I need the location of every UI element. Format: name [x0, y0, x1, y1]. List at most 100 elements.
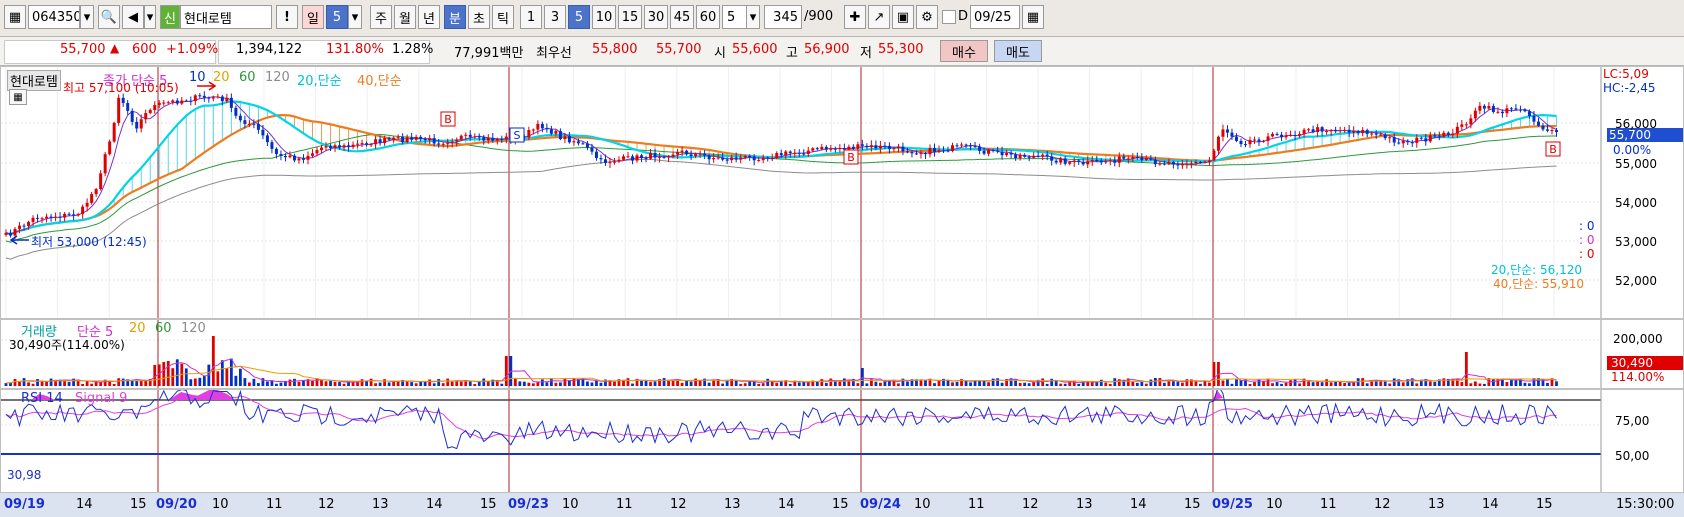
calendar-icon[interactable]: ▦	[1022, 5, 1044, 29]
interval-5-button[interactable]: 5	[568, 5, 590, 29]
candle-body-49	[225, 97, 229, 102]
candle-body-136	[617, 159, 621, 162]
candle-body-90	[410, 137, 414, 140]
draw-tool-icon[interactable]: ↗	[868, 5, 890, 29]
volume-bar-220	[996, 378, 999, 386]
crosshair-icon[interactable]: ✚	[844, 5, 866, 29]
price-chart[interactable]: B S B B	[1, 67, 1683, 318]
minute-button[interactable]: 분	[444, 5, 466, 29]
volume-bar-244	[1104, 382, 1108, 386]
candle-body-323	[1460, 124, 1464, 127]
rsi-panel[interactable]: RSI 14 Signal 9 30,98 75,00 50,00	[0, 389, 1684, 493]
gear-icon[interactable]: ⚙	[916, 5, 938, 29]
candle-body-40	[184, 100, 188, 102]
volume-bar-138	[626, 378, 630, 386]
candle-body-147	[667, 156, 671, 158]
x-axis-label-24: 09/25	[1212, 497, 1253, 512]
candle-body-122	[554, 131, 558, 134]
high-price: 56,900	[804, 42, 850, 57]
candle-body-150	[680, 150, 684, 152]
x-axis-label-18: 10	[914, 497, 931, 512]
candle-body-133	[603, 159, 607, 164]
candle-body-221	[1000, 151, 1004, 156]
lc-label: LC:5,09	[1603, 67, 1649, 81]
price-chart-panel[interactable]: BSBB 현대로템 종가 단순 5 10 20 60 120 20,단순 40,…	[0, 66, 1684, 319]
candle-body-314	[1419, 137, 1423, 139]
rsi-chart[interactable]	[1, 390, 1683, 492]
interval-3-button[interactable]: 3	[544, 5, 566, 29]
candle-body-341	[1541, 125, 1545, 130]
volume-legend-ma20: 20	[129, 321, 146, 336]
volume-bar-58	[266, 381, 269, 386]
volume-panel[interactable]: 거래량 단순 5 20 60 120 30,490주(114.00%) 200,…	[0, 319, 1684, 389]
month-button[interactable]: 월	[394, 5, 416, 29]
second-button[interactable]: 초	[468, 5, 490, 29]
volume-bar-50	[229, 358, 233, 386]
candle-body-92	[419, 136, 423, 139]
candle-body-161	[730, 157, 734, 161]
period-dropdown-icon[interactable]: ▾	[348, 5, 362, 29]
signal-line	[5, 395, 1557, 440]
candle-body-251	[1135, 156, 1139, 158]
period-num-button[interactable]: 5	[326, 5, 348, 29]
stock-code-input[interactable]: 064350	[28, 5, 80, 29]
candle-body-98	[446, 142, 450, 144]
volume-bar-293	[1325, 379, 1329, 386]
interval-45-button[interactable]: 45	[670, 5, 694, 29]
period-day-button[interactable]: 일	[302, 5, 324, 29]
week-button[interactable]: 주	[370, 5, 392, 29]
quote-bar: 55,700 ▲ 600 +1.09% 1,394,122 131.80% 1.…	[0, 37, 1684, 66]
candle-body-220	[996, 150, 1000, 152]
count-dropdown-icon[interactable]: ▾	[746, 5, 760, 29]
volume-bar-96	[437, 379, 441, 386]
candle-body-100	[455, 139, 459, 142]
candle-body-185	[838, 148, 842, 150]
x-axis[interactable]: 09/19 14 15 09/20 10 11 12 13 14 15 09/23 10 11 12 13 1…	[0, 493, 1684, 517]
interval-1-button[interactable]: 1	[520, 5, 542, 29]
code-dropdown-icon[interactable]: ▾	[80, 5, 94, 29]
date-input[interactable]: 09/25	[970, 5, 1020, 29]
volume-chart[interactable]	[1, 320, 1683, 388]
candle-body-306	[1383, 134, 1387, 139]
count-input[interactable]: 345	[764, 5, 802, 29]
speaker-dropdown-icon[interactable]: ▾	[144, 5, 156, 29]
volume-bar-91	[414, 383, 418, 386]
ma40-value: 40,단순: 55,910	[1493, 277, 1585, 291]
candle-body-308	[1392, 137, 1396, 143]
search-icon[interactable]: 🔍	[98, 5, 120, 29]
volume-bar-262	[1185, 379, 1189, 386]
candle-body-52	[238, 115, 242, 121]
speaker-icon[interactable]: ◀	[122, 5, 144, 29]
alert-button[interactable]: !	[276, 5, 298, 29]
panel-toggle-icon[interactable]: ▦	[9, 89, 27, 105]
volume-bar-3	[18, 381, 21, 386]
d-checkbox[interactable]	[942, 10, 956, 24]
buy-button[interactable]: 매수	[940, 40, 988, 62]
candle-body-104	[473, 136, 477, 138]
candle-body-285	[1289, 134, 1293, 136]
x-axis-label-1: 14	[76, 497, 93, 512]
interval-30-button[interactable]: 30	[644, 5, 668, 29]
volume-bar-41	[189, 379, 193, 386]
interval-60-button[interactable]: 60	[696, 5, 720, 29]
volume-ma5-line	[5, 358, 1557, 384]
volume-bar-144	[653, 381, 657, 386]
save-icon[interactable]: ▣	[892, 5, 914, 29]
tick-button[interactable]: 틱	[492, 5, 514, 29]
year-button[interactable]: 년	[418, 5, 440, 29]
candle-body-63	[288, 155, 292, 158]
interval-15-button[interactable]: 15	[618, 5, 642, 29]
stock-name-field[interactable]: 현대로템	[180, 5, 272, 29]
volume-bar-313	[1415, 383, 1419, 386]
candle-body-28	[130, 110, 134, 122]
interval-10-button[interactable]: 10	[592, 5, 616, 29]
candle-body-286	[1293, 134, 1297, 136]
candle-body-243	[1099, 160, 1103, 163]
chart-menu-icon[interactable]: ▦	[4, 5, 26, 29]
candle-body-127	[576, 141, 580, 144]
volume-bar-51	[234, 375, 238, 386]
volume-bar-131	[595, 381, 598, 386]
candle-body-135	[612, 161, 616, 163]
sell-button[interactable]: 매도	[994, 40, 1042, 62]
volume-bar-36	[166, 360, 170, 386]
